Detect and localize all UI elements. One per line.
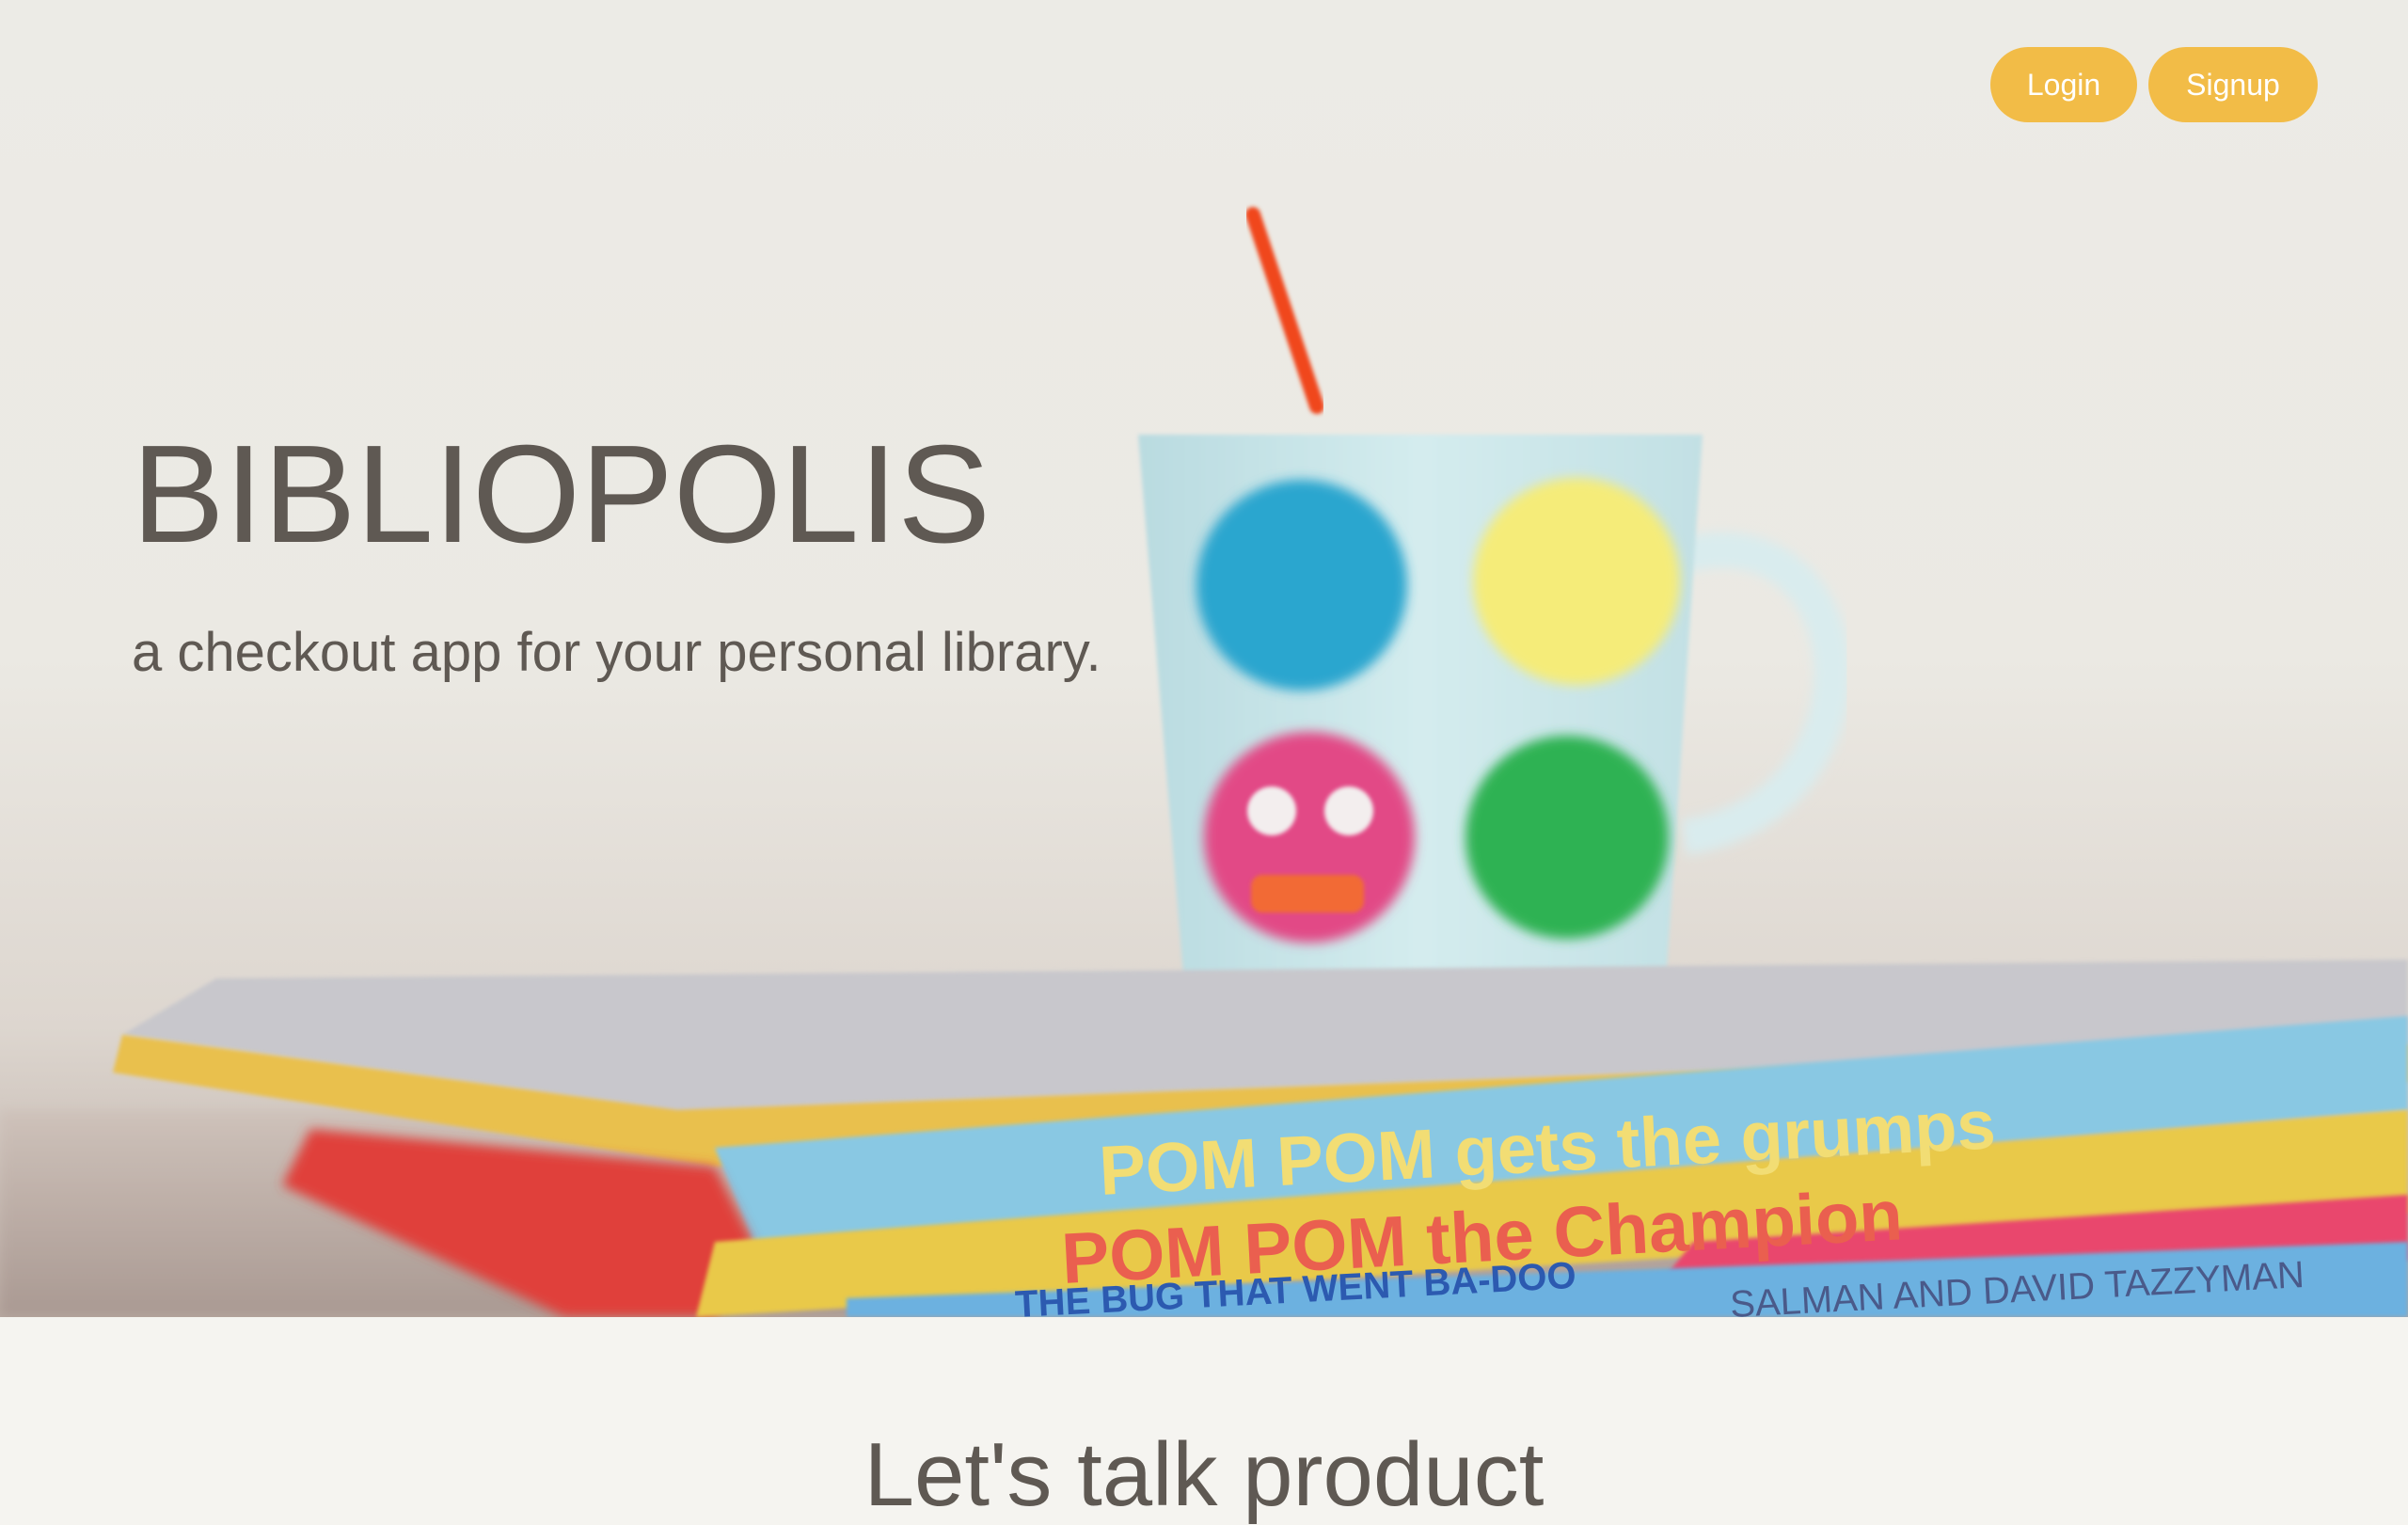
section-title: Let's talk product	[863, 1424, 1545, 1525]
hero-tagline: a checkout app for your personal library…	[132, 622, 1101, 683]
top-nav: Login Signup	[1990, 47, 2318, 122]
hero-section: POM POM gets the grumps POM POM the Cham…	[0, 0, 2408, 1317]
login-button[interactable]: Login	[1990, 47, 2137, 122]
product-section: Let's talk product	[0, 1317, 2408, 1520]
signup-button[interactable]: Signup	[2148, 47, 2318, 122]
hero-title: BIBLIOPOLIS	[132, 417, 991, 572]
